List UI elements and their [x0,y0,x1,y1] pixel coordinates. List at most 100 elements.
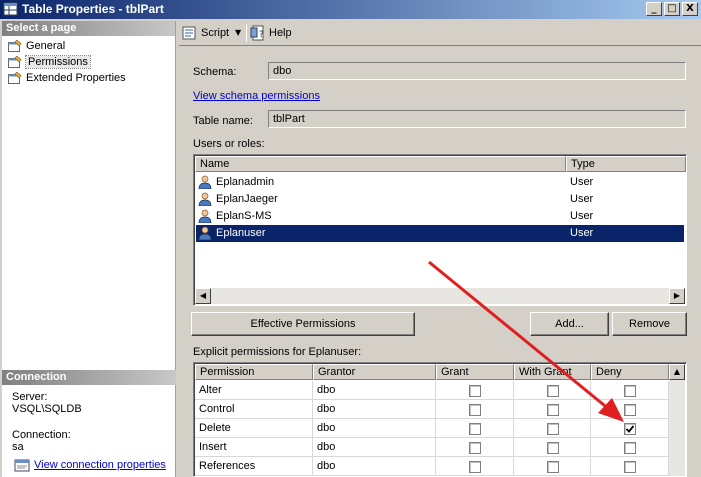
connection-value: sa [12,441,24,453]
column-header-type[interactable]: Type [566,156,686,172]
permission-cell-with-grant [514,438,591,457]
permission-row: Delete dbo [195,419,669,438]
checkmark-icon [625,425,635,433]
permissions-grid[interactable]: Permission Grantor Grant With Grant Deny… [193,362,687,477]
page-settings-icon [8,40,22,52]
close-button[interactable]: X [682,2,698,16]
explicit-permissions-label: Explicit permissions for Eplanuser: [193,346,362,358]
user-name: Eplanuser [216,227,266,239]
scroll-right-icon[interactable]: ▶ [669,288,685,304]
with-grant-checkbox[interactable] [547,404,559,416]
page-settings-icon [8,56,22,68]
permission-row: References dbo [195,457,669,476]
permission-cell-deny [591,438,669,457]
permission-cell-deny [591,457,669,476]
page-settings-icon [8,72,22,84]
page-item-label: Extended Properties [26,72,126,84]
view-connection-properties-text: View connection properties [34,459,166,471]
connection-label: Connection: [12,429,71,441]
permission-cell-with-grant [514,400,591,419]
chevron-down-icon: ▼ [235,28,242,37]
with-grant-checkbox[interactable] [547,385,559,397]
column-header-name[interactable]: Name [195,156,566,172]
window-title: Table Properties - tblPart [22,2,164,16]
column-header-with-grant[interactable]: With Grant [514,364,591,380]
grant-checkbox[interactable] [469,385,481,397]
minimize-button[interactable]: _ [646,2,662,16]
help-label: Help [269,27,292,39]
permission-cell-grant [436,419,514,438]
user-type: User [570,210,594,222]
permissions-vertical-scrollbar[interactable]: ▲ [669,364,685,476]
scroll-left-icon[interactable]: ◀ [195,288,211,304]
user-type: User [570,227,594,239]
title-bar: Table Properties - tblPart _ □ X [0,0,701,19]
connection-section: Connection Server: VSQL\SQLDB Connection… [2,370,176,472]
user-name: EplanJaeger [216,193,278,205]
effective-permissions-button[interactable]: Effective Permissions [191,312,415,336]
page-item-general[interactable]: General [2,38,175,54]
users-horizontal-scrollbar[interactable]: ◀ ▶ [195,288,685,304]
column-header-grant[interactable]: Grant [436,364,514,380]
script-icon [182,26,196,40]
help-icon: ? [250,25,264,41]
permission-grantor: dbo [313,457,436,476]
permission-grantor: dbo [313,438,436,457]
user-name: Eplanadmin [216,176,275,188]
column-header-permission[interactable]: Permission [195,364,313,380]
permissions-page: Schema: dbo View schema permissions Tabl… [179,46,701,477]
permission-cell-deny [591,400,669,419]
view-schema-permissions-link[interactable]: View schema permissions [193,90,320,102]
scroll-up-icon[interactable]: ▲ [669,364,685,380]
deny-checkbox[interactable] [624,423,636,435]
deny-checkbox[interactable] [624,404,636,416]
permission-cell-deny [591,419,669,438]
deny-checkbox[interactable] [624,461,636,473]
user-row[interactable]: EplanJaeger User [196,191,684,208]
table-name-label: Table name: [193,115,253,127]
script-label: Script [201,27,230,39]
grant-checkbox[interactable] [469,442,481,454]
with-grant-checkbox[interactable] [547,423,559,435]
permission-name: Alter [195,381,313,400]
schema-field: dbo [268,62,686,80]
view-connection-properties-link[interactable]: View connection properties [12,459,176,472]
permission-cell-grant [436,400,514,419]
user-row[interactable]: Eplanadmin User [196,174,684,191]
schema-label: Schema: [193,66,237,78]
page-item-label: Permissions [25,55,91,69]
page-list: General Permissions Extended Properties [2,38,175,86]
users-list[interactable]: Name Type Eplanadmin User EplanJaeger User E… [193,154,687,306]
table-properties-icon [3,2,18,16]
grant-checkbox[interactable] [469,423,481,435]
user-icon [198,226,212,240]
page-item-label: General [26,40,66,52]
page-item-extended-properties[interactable]: Extended Properties [2,70,175,86]
user-row[interactable]: EplanS-MS User [196,208,684,225]
permission-cell-grant [436,457,514,476]
user-row[interactable]: Eplanuser User [196,225,684,242]
remove-button[interactable]: Remove [612,312,687,336]
permission-row: Alter dbo [195,381,669,400]
column-header-deny[interactable]: Deny [591,364,669,380]
add-button[interactable]: Add... [530,312,609,336]
maximize-button[interactable]: □ [664,2,680,16]
with-grant-checkbox[interactable] [547,461,559,473]
permission-cell-with-grant [514,381,591,400]
deny-checkbox[interactable] [624,385,636,397]
permission-grantor: dbo [313,419,436,438]
permission-name: Delete [195,419,313,438]
toolbar: Script ▼ ? Help [179,21,701,45]
deny-checkbox[interactable] [624,442,636,454]
grant-checkbox[interactable] [469,461,481,473]
with-grant-checkbox[interactable] [547,442,559,454]
server-label: Server: [12,391,48,403]
permission-cell-with-grant [514,457,591,476]
grant-checkbox[interactable] [469,404,481,416]
permission-row: Control dbo [195,400,669,419]
permission-grantor: dbo [313,400,436,419]
column-header-grantor[interactable]: Grantor [313,364,436,380]
users-or-roles-label: Users or roles: [193,138,265,150]
page-item-permissions[interactable]: Permissions [2,54,175,70]
permission-cell-grant [436,381,514,400]
